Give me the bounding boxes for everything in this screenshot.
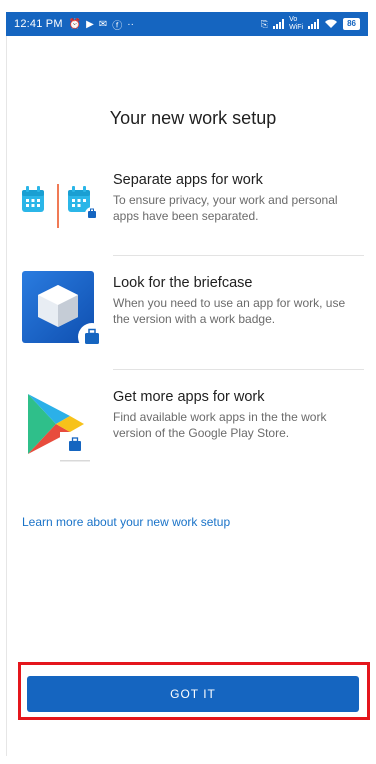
vowifi-label: Vo WiFi xyxy=(289,16,304,31)
more-icon: ·· xyxy=(127,18,134,30)
got-it-button[interactable]: GOT IT xyxy=(27,676,359,712)
left-edge-rule xyxy=(6,36,7,756)
item-description: When you need to use an app for work, us… xyxy=(113,296,346,326)
wifi-icon xyxy=(324,18,338,31)
item-description: To ensure privacy, your work and persona… xyxy=(113,193,338,223)
item-description: Find available work apps in the the work… xyxy=(113,410,327,440)
signal-icon xyxy=(273,19,285,29)
facebook-icon: ⓕ xyxy=(112,20,123,32)
play-store-work-icon xyxy=(26,392,96,469)
briefcase-status-icon: ⎘ xyxy=(260,18,269,29)
status-bar: 12:41 PM ⏰ ▶ ✉ ⓕ ·· ⎘ Vo WiFi 86 xyxy=(6,12,368,36)
mail-icon: ✉ xyxy=(98,18,108,30)
briefcase-app-icon xyxy=(22,271,112,362)
divider xyxy=(113,369,364,370)
learn-more-link[interactable]: Learn more about your new work setup xyxy=(22,515,230,529)
page-title: Your new work setup xyxy=(109,108,277,128)
item-heading: Separate apps for work xyxy=(113,172,263,188)
item-heading: Look for the briefcase xyxy=(113,275,253,291)
status-time: 12:41 PM xyxy=(14,18,63,30)
alarm-icon: ⏰ xyxy=(68,18,82,30)
battery-icon: 86 xyxy=(343,18,360,30)
item-heading: Get more apps for work xyxy=(113,389,265,405)
calendar-work-icon xyxy=(20,184,100,233)
divider xyxy=(113,255,364,256)
signal-icon-2 xyxy=(308,19,320,29)
play-icon: ▶ xyxy=(86,18,94,30)
